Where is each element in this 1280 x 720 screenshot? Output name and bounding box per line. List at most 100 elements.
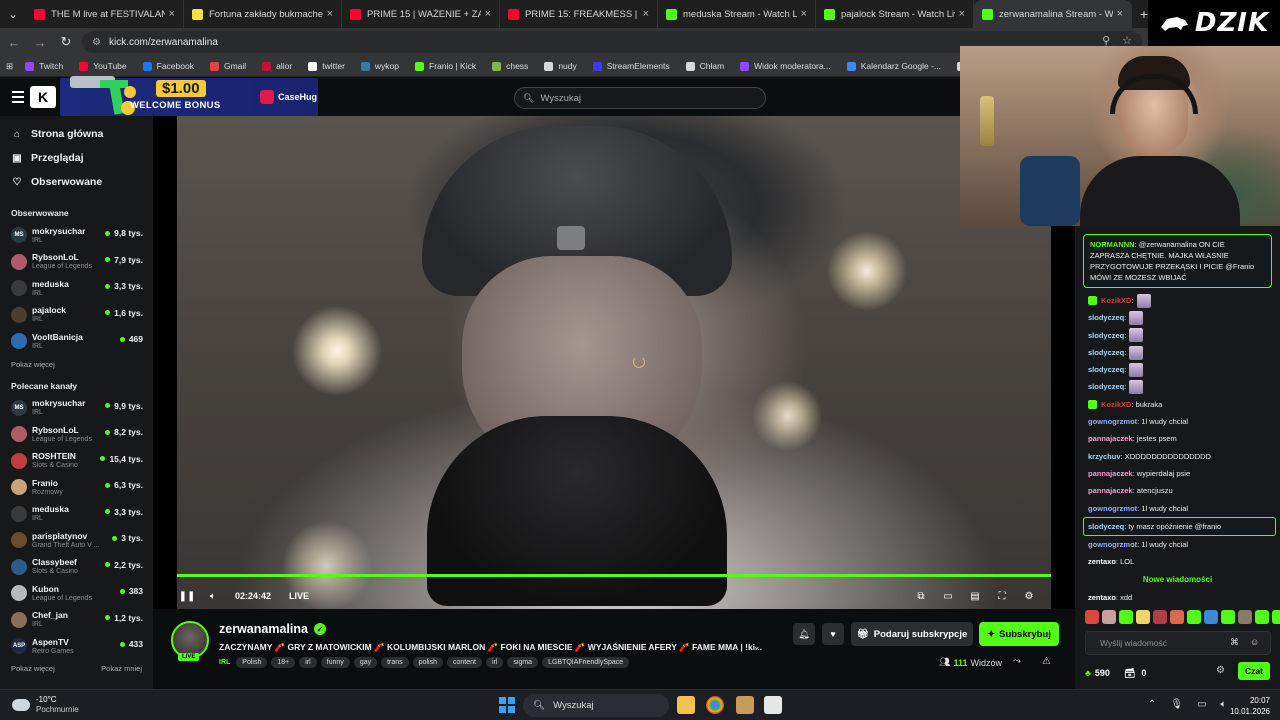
microphone-icon[interactable]: 🎙︎ [1170,699,1183,710]
sidebar-channel[interactable]: MS mokrysuchar IRL 9,8 tys. [0,222,153,249]
show-more-recommended[interactable]: Pokaż więcej [11,664,55,673]
tab-search-chevron-icon[interactable]: ⌄ [0,0,26,28]
commands-icon[interactable]: ⌘ [1230,637,1239,648]
chat-send-button[interactable]: Czat [1238,662,1270,680]
chat-username[interactable]: slodyczeq [1088,309,1124,326]
tab-close-icon[interactable]: × [169,8,175,20]
stream-tag[interactable]: sigma [507,657,539,668]
bookmark-item[interactable]: StreamElements [592,61,670,71]
miniplayer-icon[interactable]: ⧉ [911,591,931,602]
tab-close-icon[interactable]: × [801,8,807,20]
bookmark-item[interactable]: wykop [360,61,399,71]
weather-widget[interactable]: -10°C Pochmurnie [12,695,79,715]
bookmark-item[interactable]: chess [492,61,528,71]
quick-emote-icon[interactable] [1204,610,1218,624]
chat-emote-icon[interactable] [1136,293,1151,308]
browser-tab[interactable]: PRIME 15 | WAŻENIE + ZADYM × [342,0,500,28]
chat-username[interactable]: pannajaczek [1088,482,1133,499]
bookmark-item[interactable]: Kalendarz Google -... [846,61,941,71]
chat-username[interactable]: gownogrzmot [1088,413,1137,430]
settings-icon[interactable]: ⚙ [1019,591,1039,602]
bookmark-item[interactable]: alior [262,61,292,71]
sidebar-channel[interactable]: meduska IRL 3,3 tys. [0,275,153,302]
quick-emote-icon[interactable] [1238,610,1252,624]
tab-close-icon[interactable]: × [643,8,649,20]
site-info-icon[interactable]: ⚙ [92,37,101,48]
bookmark-item[interactable]: Facebook [142,61,194,71]
ad-banner[interactable]: $1.00 WELCOME BONUS CaseHug [60,76,318,116]
share-icon[interactable]: ⤳ [1013,656,1021,667]
theatre-mode-icon[interactable]: ▤ [965,591,985,602]
chat-username[interactable]: pannajaczek [1088,430,1133,447]
live-indicator[interactable]: LIVE [289,591,309,601]
pause-icon[interactable]: ❚❚ [177,591,197,602]
subscribe-button[interactable]: ✦ Subskrybuj [979,622,1059,646]
tab-close-icon[interactable]: × [959,8,965,20]
app-icon[interactable] [736,696,754,714]
bookmark-item[interactable]: nudy [544,61,577,71]
quick-emote-icon[interactable] [1119,610,1133,624]
taskbar-search[interactable]: 🔍︎ Wyszukaj [523,694,669,717]
stream-tag[interactable]: content [446,657,482,668]
reload-icon[interactable]: ↻ [54,30,78,54]
notification-bell-icon[interactable]: 🔔︎ [793,623,815,645]
menu-icon[interactable] [12,91,24,106]
progress-bar[interactable] [177,574,1051,577]
chat-username[interactable]: slodyczeq [1088,518,1124,535]
kick-logo[interactable]: K [30,86,56,108]
gift-subscription-button[interactable]: 🎁︎ Podaruj subskrypcje [851,622,973,646]
stream-tag[interactable]: gay [353,657,378,668]
quick-emote-icon[interactable] [1272,610,1280,624]
stream-tag[interactable]: LGBTQIAFriendlySpace [542,657,630,668]
stream-tag[interactable]: polish [412,657,443,668]
browser-tab[interactable]: meduska Stream - Watch Li × [658,0,816,28]
chat-username[interactable]: zentaxo [1088,589,1116,606]
search-input[interactable]: 🔍︎ Wyszukaj [514,87,766,109]
expand-title-chevron-icon[interactable]: ⌄ [753,641,761,652]
streamer-name[interactable]: zerwanamalina ✓ [219,622,326,636]
chat-emote-icon[interactable] [1129,310,1144,325]
chat-username[interactable]: krzychuv [1088,448,1121,465]
chat-username[interactable]: pannajaczek [1088,465,1133,482]
chat-username[interactable]: slodyczeq [1088,344,1124,361]
tab-close-icon[interactable]: × [485,8,491,20]
sidebar-channel[interactable]: Chef_jan IRL 1,2 tys. [0,607,153,634]
stream-tag[interactable]: irl [299,657,317,668]
quick-emote-icon[interactable] [1085,610,1099,624]
chat-username[interactable]: zentaxo [1088,553,1116,570]
sidebar-channel[interactable]: RybsonLoL League of Legends 8,2 tys. [0,421,153,448]
tray-chevron-icon[interactable]: ⌃ [1148,699,1156,710]
sidebar-channel[interactable]: RybsonLoL League of Legends 7,9 tys. [0,249,153,276]
chat-username[interactable]: slodyczeq [1088,378,1124,395]
browser-tab[interactable]: THE M live at FESTIVALAND 20 × [26,0,184,28]
chat-username[interactable]: slodyczeq [1088,361,1124,378]
system-clock[interactable]: 20:07 10.01.2026 [1226,695,1270,717]
quick-emote-icon[interactable] [1221,610,1235,624]
stream-tag[interactable]: Polish [236,657,268,668]
start-button[interactable] [499,697,515,713]
chat-emote-icon[interactable] [1129,380,1144,395]
show-less-recommended[interactable]: Pokaż mniej [101,664,142,673]
bookmark-item[interactable]: Gmail [209,61,246,71]
follow-heart-icon[interactable]: ♥ [822,623,844,645]
quick-emote-icon[interactable] [1153,610,1167,624]
browser-tab[interactable]: zerwanamalina Stream - W × [974,0,1132,28]
new-messages-button[interactable]: Nowe wiadomości [1075,571,1280,589]
show-more-followed[interactable]: Pokaż więcej [0,355,153,375]
bookmark-item[interactable]: Widok moderatora... [740,61,831,71]
chrome-icon[interactable] [706,696,724,714]
back-icon[interactable]: ← [2,30,26,54]
stream-tag[interactable]: irl [485,657,504,668]
quick-emote-icon[interactable] [1170,610,1184,624]
chat-input[interactable]: Wyślij wiadomość ⌘ ☺ [1085,631,1271,655]
video-frame[interactable] [177,116,1051,609]
sidebar-channel[interactable]: Kubon League of Legends 383 [0,580,153,607]
chat-emote-icon[interactable] [1129,345,1144,360]
quick-emote-icon[interactable] [1187,610,1201,624]
sidebar-channel[interactable]: ROSHTEIN Slots & Casino 15,4 tys. [0,448,153,475]
browser-tab[interactable]: Fortuna zakłady bukmacherskie × [184,0,342,28]
sidebar-channel[interactable]: Classybeef Slots & Casino 2,2 tys. [0,554,153,581]
chat-username[interactable]: KozikXD [1101,292,1131,309]
network-icon[interactable]: ▭ [1197,699,1206,710]
stream-category[interactable]: IRL [219,659,230,666]
